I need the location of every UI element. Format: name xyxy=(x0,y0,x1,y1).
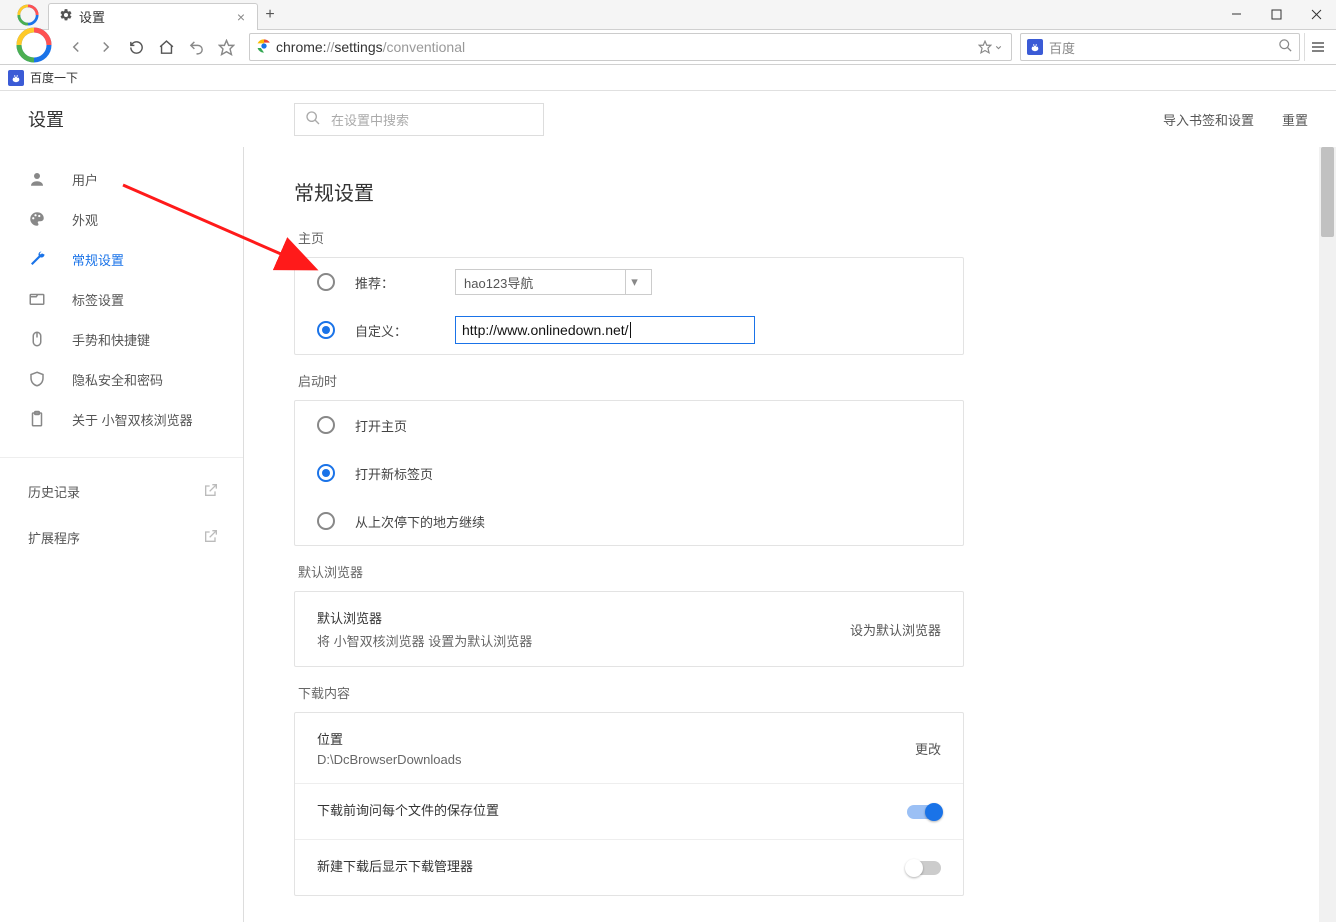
section-default-label: 默认浏览器 xyxy=(298,562,960,581)
sidebar-link-history[interactable]: 历史记录 xyxy=(0,468,243,514)
url-text: chrome://settings/conventional xyxy=(276,39,465,55)
default-browser-title: 默认浏览器 xyxy=(317,608,532,627)
download-ask-toggle[interactable] xyxy=(907,805,941,819)
search-icon xyxy=(305,110,321,129)
reload-button[interactable] xyxy=(121,32,151,62)
minimize-button[interactable] xyxy=(1216,0,1256,30)
sidebar-item-privacy[interactable]: 隐私安全和密码 xyxy=(0,359,243,399)
back-button[interactable] xyxy=(61,32,91,62)
settings-search-input[interactable]: 在设置中搜索 xyxy=(294,103,544,136)
bookmark-baidu[interactable]: 百度一下 xyxy=(30,69,78,86)
baidu-icon xyxy=(8,70,24,86)
new-tab-button[interactable]: + xyxy=(258,6,282,24)
sidebar-item-about[interactable]: 关于 小智双核浏览器 xyxy=(0,399,243,439)
page-title: 常规设置 xyxy=(294,177,964,206)
external-link-icon xyxy=(203,482,219,501)
forward-button[interactable] xyxy=(91,32,121,62)
section-home-label: 主页 xyxy=(298,228,960,247)
mouse-icon xyxy=(28,330,48,348)
external-link-icon xyxy=(203,528,219,547)
home-custom-row[interactable]: 自定义： http://www.onlinedown.net/ xyxy=(295,306,963,354)
sidebar-link-extensions[interactable]: 扩展程序 xyxy=(0,514,243,560)
bookmarks-bar: 百度一下 xyxy=(0,65,1336,91)
radio-open-newtab[interactable] xyxy=(317,464,335,482)
startup-opt-continue[interactable]: 从上次停下的地方继续 xyxy=(295,497,963,545)
settings-sidebar: 用户 外观 常规设置 标签设置 手势和快捷键 隐私安全和密码 关于 小智双核浏览… xyxy=(0,147,244,922)
download-location-label: 位置 xyxy=(317,729,462,748)
tab-strip: 设置 × + xyxy=(0,0,1336,30)
undo-button[interactable] xyxy=(181,32,211,62)
download-mgr-label: 新建下载后显示下载管理器 xyxy=(317,856,473,875)
maximize-button[interactable] xyxy=(1256,0,1296,30)
chevron-down-icon: ▾ xyxy=(625,270,643,294)
download-path: D:\DcBrowserDownloads xyxy=(317,752,462,767)
change-location-button[interactable]: 更改 xyxy=(915,739,941,758)
person-icon xyxy=(28,170,48,188)
address-bar[interactable]: chrome://settings/conventional xyxy=(249,33,1012,61)
settings-content: 常规设置 主页 推荐： hao123导航 ▾ 自定义： http://www.o… xyxy=(244,147,1336,922)
default-browser-desc: 将 小智双核浏览器 设置为默认浏览器 xyxy=(317,631,532,650)
gear-icon xyxy=(59,8,73,25)
browser-tab[interactable]: 设置 × xyxy=(48,3,258,30)
shield-icon xyxy=(28,370,48,388)
settings-title: 设置 xyxy=(28,106,64,132)
sidebar-item-gestures[interactable]: 手势和快捷键 xyxy=(0,319,243,359)
import-bookmarks-link[interactable]: 导入书签和设置 xyxy=(1163,110,1254,129)
default-browser-card: 默认浏览器 将 小智双核浏览器 设置为默认浏览器 设为默认浏览器 xyxy=(294,591,964,667)
download-mgr-toggle[interactable] xyxy=(907,861,941,875)
recommend-label: 推荐： xyxy=(355,273,455,292)
palette-icon xyxy=(28,210,48,228)
startup-opt-newtab[interactable]: 打开新标签页 xyxy=(295,449,963,497)
search-engine-box[interactable]: 百度 xyxy=(1020,33,1300,61)
sidebar-item-tabs[interactable]: 标签设置 xyxy=(0,279,243,319)
recommend-select[interactable]: hao123导航 ▾ xyxy=(455,269,652,295)
wrench-icon xyxy=(28,250,48,268)
scrollbar[interactable] xyxy=(1319,147,1336,922)
radio-recommend[interactable] xyxy=(317,273,335,291)
search-icon[interactable] xyxy=(1278,38,1293,56)
download-card: 位置 D:\DcBrowserDownloads 更改 下载前询问每个文件的保存… xyxy=(294,712,964,896)
settings-header: 设置 在设置中搜索 导入书签和设置 重置 xyxy=(0,91,1336,147)
toolbar: chrome://settings/conventional 百度 xyxy=(0,30,1336,65)
browser-logo xyxy=(6,29,61,65)
star-button[interactable] xyxy=(211,32,241,62)
sidebar-item-user[interactable]: 用户 xyxy=(0,159,243,199)
download-ask-label: 下载前询问每个文件的保存位置 xyxy=(317,800,499,819)
sidebar-item-appearance[interactable]: 外观 xyxy=(0,199,243,239)
site-icon xyxy=(256,38,272,57)
tab-icon xyxy=(28,290,48,308)
menu-button[interactable] xyxy=(1304,33,1330,61)
close-window-button[interactable] xyxy=(1296,0,1336,30)
tab-title: 设置 xyxy=(79,7,105,26)
custom-url-input[interactable]: http://www.onlinedown.net/ xyxy=(455,316,755,344)
startup-card: 打开主页 打开新标签页 从上次停下的地方继续 xyxy=(294,400,964,546)
search-engine-name: 百度 xyxy=(1049,38,1075,57)
radio-custom[interactable] xyxy=(317,321,335,339)
search-placeholder: 在设置中搜索 xyxy=(331,110,409,129)
section-startup-label: 启动时 xyxy=(298,371,960,390)
startup-opt-home[interactable]: 打开主页 xyxy=(295,401,963,449)
radio-open-home[interactable] xyxy=(317,416,335,434)
close-tab-icon[interactable]: × xyxy=(233,10,249,24)
section-download-label: 下载内容 xyxy=(298,683,960,702)
custom-label: 自定义： xyxy=(355,321,455,340)
clipboard-icon xyxy=(28,410,48,428)
baidu-icon xyxy=(1027,39,1043,55)
radio-continue[interactable] xyxy=(317,512,335,530)
reset-link[interactable]: 重置 xyxy=(1282,110,1308,129)
sidebar-item-general[interactable]: 常规设置 xyxy=(0,239,243,279)
bookmark-star-icon[interactable] xyxy=(974,40,1007,54)
home-button[interactable] xyxy=(151,32,181,62)
home-card: 推荐： hao123导航 ▾ 自定义： http://www.onlinedow… xyxy=(294,257,964,355)
set-default-button[interactable]: 设为默认浏览器 xyxy=(850,620,941,639)
home-recommend-row[interactable]: 推荐： hao123导航 ▾ xyxy=(295,258,963,306)
